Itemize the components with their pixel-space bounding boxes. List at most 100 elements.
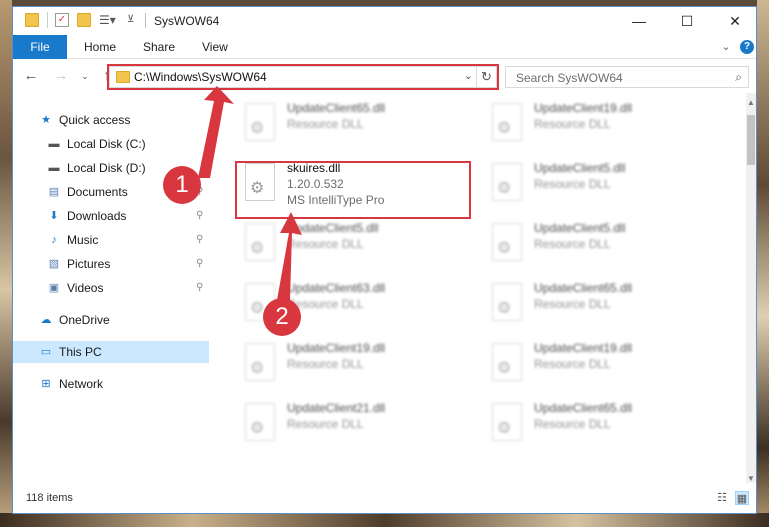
sidebar-item-pictures[interactable]: ▧ Pictures ⚲: [13, 253, 209, 275]
tab-home[interactable]: Home: [84, 35, 116, 59]
pin-icon[interactable]: ⚲: [196, 253, 203, 275]
network-icon: ⊞: [41, 378, 51, 390]
chevron-down-icon[interactable]: ⌄: [719, 40, 733, 54]
help-icon[interactable]: ?: [740, 40, 754, 54]
properties-icon[interactable]: ✓: [55, 13, 69, 27]
recent-locations-icon[interactable]: ⌄: [75, 67, 95, 85]
dll-file-icon: [492, 223, 522, 261]
file-name: UpdateClient65.dll: [534, 281, 633, 295]
refresh-button[interactable]: ↻: [477, 66, 497, 88]
file-name: UpdateClient63.dll: [287, 281, 386, 295]
download-icon: ⬇: [49, 210, 59, 222]
file-item[interactable]: UpdateClient5.dll Resource DLL: [484, 157, 714, 213]
address-bar[interactable]: C:\Windows\SysWOW64 ⌄: [109, 66, 477, 88]
file-name: UpdateClient65.dll: [534, 401, 633, 415]
pin-icon[interactable]: ⚲: [196, 277, 203, 299]
file-name: UpdateClient65.dll: [287, 101, 386, 115]
tiles-view-icon[interactable]: ▦: [735, 491, 749, 505]
sidebar-item-label: This PC: [59, 345, 102, 359]
back-arrow-icon[interactable]: ←: [21, 67, 41, 85]
file-item[interactable]: UpdateClient19.dll Resource DLL: [484, 97, 714, 153]
file-item[interactable]: UpdateClient19.dll Resource DLL: [237, 337, 467, 393]
dll-file-icon: [245, 223, 275, 261]
dll-file-icon: [492, 403, 522, 441]
file-type: Resource DLL: [287, 417, 364, 431]
dll-file-icon: [245, 403, 275, 441]
search-icon[interactable]: ⌕: [735, 70, 742, 85]
sidebar-item-network[interactable]: ⊞ Network: [13, 373, 209, 395]
search-box[interactable]: ⌕: [505, 66, 749, 88]
dll-file-icon: [245, 163, 275, 201]
desktop-background-left: [0, 0, 12, 527]
file-type: Resource DLL: [534, 297, 611, 311]
sidebar-item-label: Music: [67, 233, 99, 247]
tab-share[interactable]: Share: [143, 35, 175, 59]
file-type: Resource DLL: [534, 177, 611, 191]
toolbar-separator: [47, 12, 48, 28]
forward-arrow-icon[interactable]: →: [51, 67, 71, 85]
vertical-scrollbar[interactable]: ▲ ▼: [746, 93, 756, 483]
file-type: Resource DLL: [534, 117, 611, 131]
file-item[interactable]: UpdateClient5.dll Resource DLL: [484, 217, 714, 273]
videos-icon: ▣: [48, 282, 60, 294]
address-path[interactable]: C:\Windows\SysWOW64: [134, 70, 267, 84]
file-item[interactable]: UpdateClient65.dll Resource DLL: [484, 397, 714, 453]
step-1-badge: 1: [163, 166, 201, 204]
file-type: Resource DLL: [534, 237, 611, 251]
status-bar: 118 items ☷ ▦: [13, 483, 756, 513]
title-separator: [145, 13, 146, 28]
tab-view[interactable]: View: [202, 35, 228, 59]
folder-icon: [25, 13, 39, 27]
file-description: MS IntelliType Pro: [287, 193, 385, 207]
cloud-icon: ☁: [40, 314, 52, 326]
file-item[interactable]: UpdateClient19.dll Resource DLL: [484, 337, 714, 393]
sidebar-item-videos[interactable]: ▣ Videos ⚲: [13, 277, 209, 299]
file-name: UpdateClient19.dll: [534, 101, 633, 115]
file-name: UpdateClient19.dll: [534, 341, 633, 355]
chevron-down-icon[interactable]: ⌄: [464, 69, 473, 82]
pin-icon[interactable]: ⚲: [196, 229, 203, 251]
file-item[interactable]: UpdateClient65.dll Resource DLL: [484, 277, 714, 333]
file-type: Resource DLL: [287, 357, 364, 371]
search-input[interactable]: [514, 69, 718, 87]
details-view-icon[interactable]: ☷: [715, 491, 729, 505]
file-name: UpdateClient19.dll: [287, 341, 386, 355]
item-count: 118 items: [26, 492, 73, 504]
customize-toolbar-icon[interactable]: ☰▾: [99, 13, 116, 27]
scroll-thumb[interactable]: [747, 115, 755, 165]
dll-file-icon: [492, 283, 522, 321]
sidebar-item-local-disk-c[interactable]: ▬ Local Disk (C:): [13, 133, 209, 155]
pictures-icon: ▧: [48, 258, 60, 270]
sidebar-item-this-pc[interactable]: ▭ This PC: [13, 341, 209, 363]
sidebar-item-label: Network: [59, 377, 104, 391]
dll-file-icon: [492, 103, 522, 141]
sidebar-item-downloads[interactable]: ⬇ Downloads ⚲: [13, 205, 209, 227]
new-folder-icon[interactable]: [77, 13, 91, 27]
dll-file-icon: [492, 343, 522, 381]
maximize-button[interactable]: ☐: [664, 7, 710, 35]
minimize-button[interactable]: —: [616, 7, 662, 35]
sidebar-item-onedrive[interactable]: ☁ OneDrive: [13, 309, 209, 331]
scroll-up-icon[interactable]: ▲: [746, 97, 756, 109]
file-type: Resource DLL: [287, 117, 364, 131]
file-name: skuires.dll: [287, 161, 341, 175]
chevron-down-icon[interactable]: ⊻: [127, 13, 141, 27]
dll-file-icon: [245, 343, 275, 381]
title-bar: ✓ ☰▾ ⊻ SysWOW64 — ☐ ✕: [13, 7, 756, 35]
tab-file[interactable]: File: [13, 35, 67, 59]
close-button[interactable]: ✕: [712, 7, 758, 35]
file-item[interactable]: UpdateClient65.dll Resource DLL: [237, 97, 467, 153]
file-item[interactable]: UpdateClient21.dll Resource DLL: [237, 397, 467, 453]
sidebar-item-label: Local Disk (C:): [67, 137, 146, 151]
pin-icon[interactable]: ⚲: [196, 205, 203, 227]
file-version: 1.20.0.532: [287, 177, 344, 191]
sidebar-item-quick-access[interactable]: ★ Quick access: [13, 109, 209, 131]
sidebar-item-label: Documents: [67, 185, 128, 199]
file-item-skuires[interactable]: skuires.dll 1.20.0.532 MS IntelliType Pr…: [237, 157, 467, 213]
file-item[interactable]: UpdateClient5.dll Resource DLL: [237, 217, 467, 273]
file-list: UpdateClient65.dll Resource DLL skuires.…: [211, 93, 744, 471]
sidebar-item-music[interactable]: ♪ Music ⚲: [13, 229, 209, 251]
sidebar-item-label: Quick access: [59, 113, 131, 127]
sidebar-item-label: Pictures: [67, 257, 111, 271]
file-type: Resource DLL: [534, 357, 611, 371]
